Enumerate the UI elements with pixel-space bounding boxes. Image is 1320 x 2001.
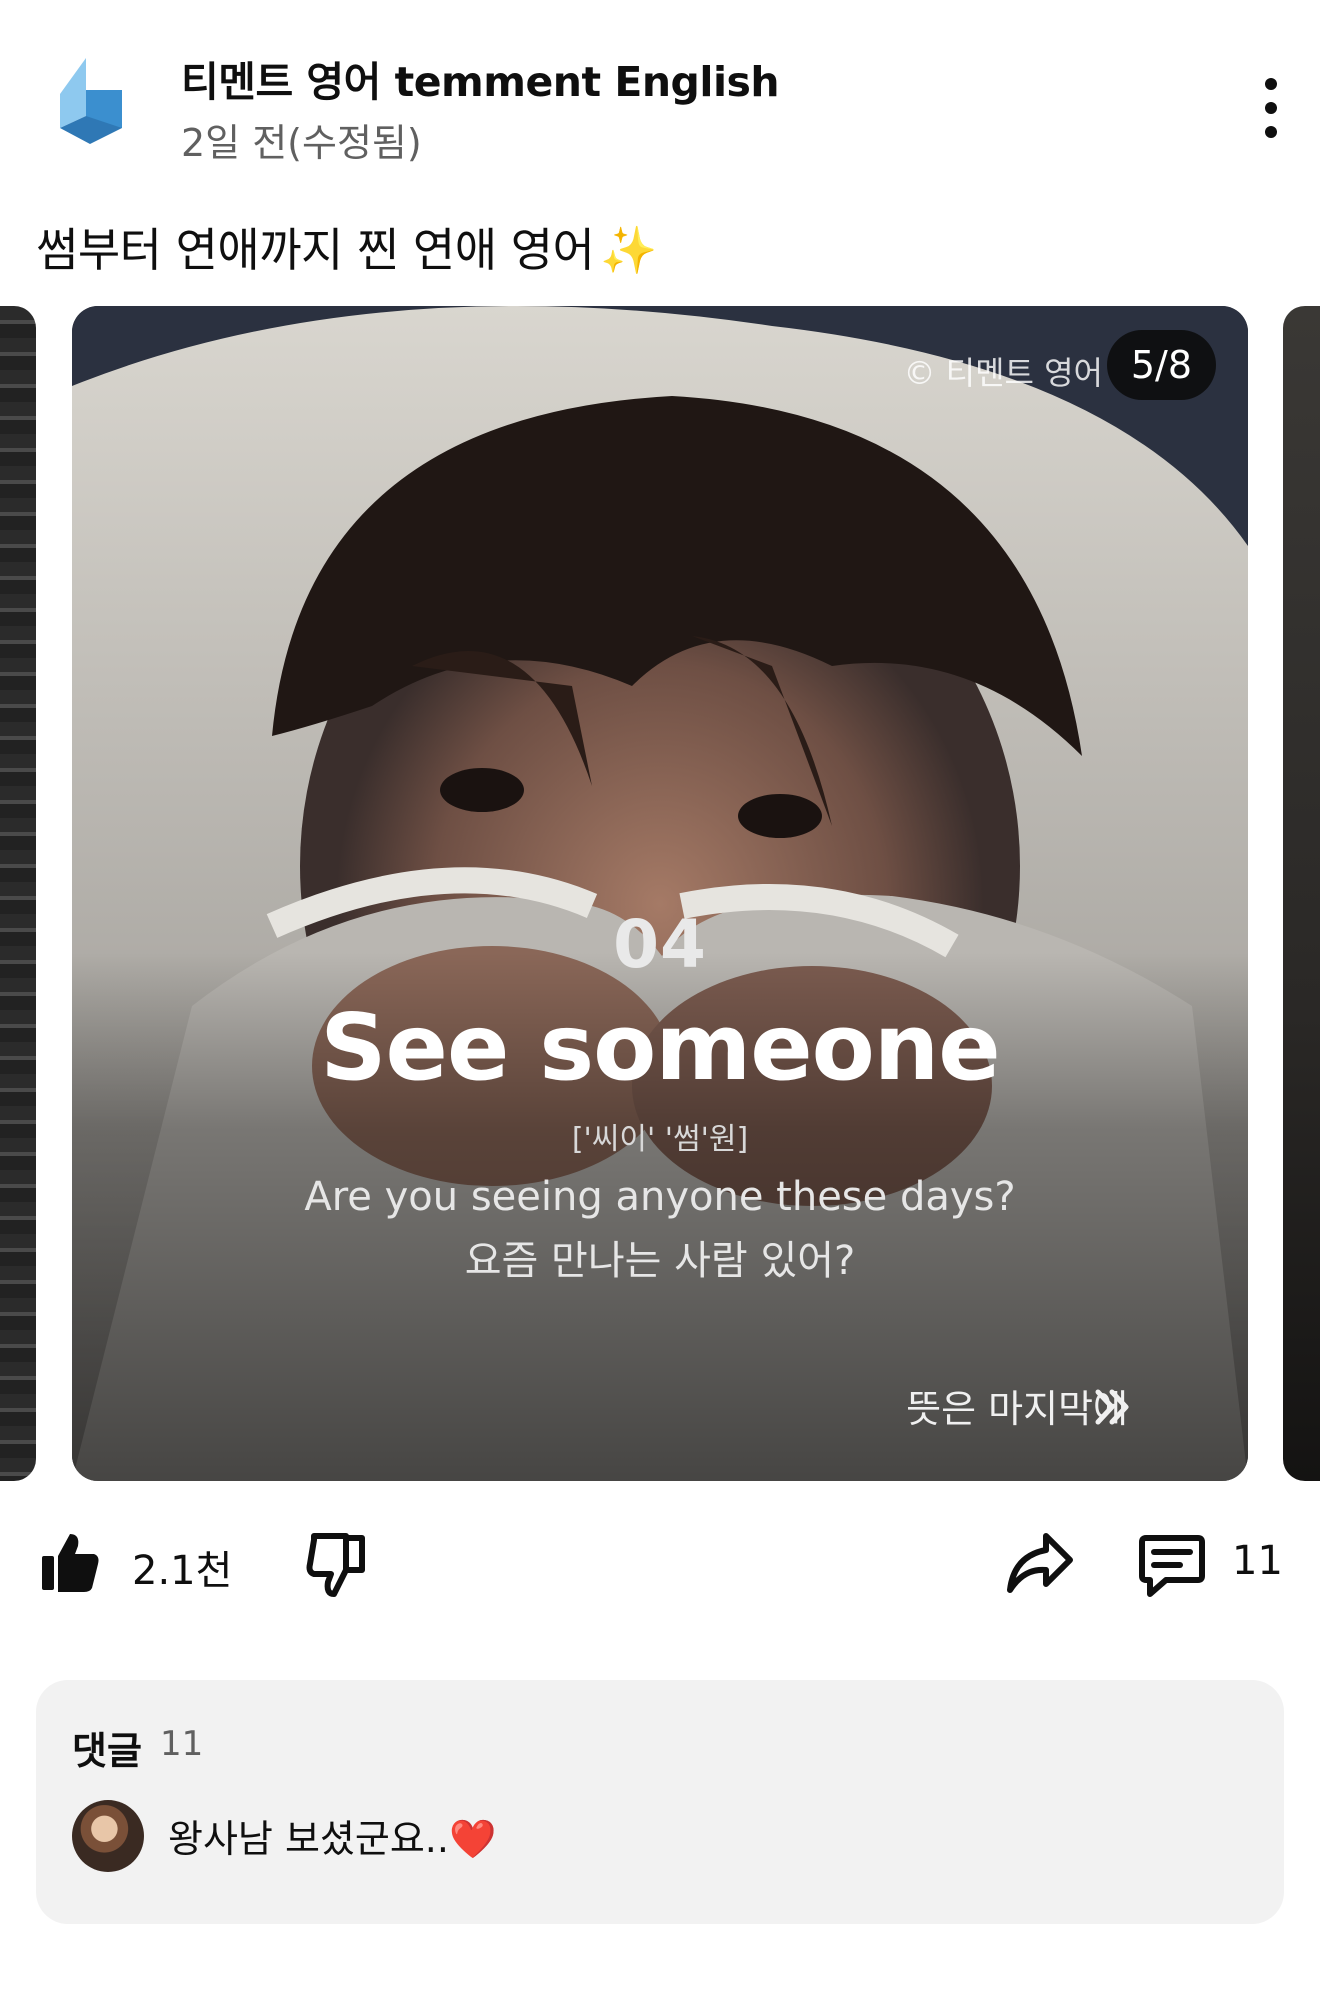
more-options-button[interactable] bbox=[1246, 78, 1296, 138]
copyright-watermark: © 티멘트 영어 bbox=[903, 354, 1103, 392]
commenter-avatar bbox=[72, 1800, 144, 1872]
heart-icon: ❤️ bbox=[448, 1817, 497, 1861]
top-comment: 왕사남 보셨군요..❤️ bbox=[168, 1808, 496, 1863]
like-icon[interactable] bbox=[40, 1530, 100, 1594]
more-dot-icon bbox=[1265, 102, 1277, 114]
carousel-slide[interactable]: © 티멘트 영어 5/8 04 See someone ['씨이' '썸'원] … bbox=[72, 306, 1248, 1481]
comment-icon[interactable] bbox=[1138, 1532, 1206, 1598]
channel-name[interactable]: 티멘트 영어 temment English bbox=[181, 48, 780, 108]
dislike-icon[interactable] bbox=[306, 1530, 366, 1600]
slide-shade bbox=[72, 306, 1248, 1481]
card-number: 04 bbox=[613, 906, 707, 983]
sparkles-icon: ✨ bbox=[600, 223, 658, 277]
community-post: 티멘트 영어 temment English 2일 전(수정됨) 썸부터 연애까… bbox=[0, 0, 1320, 2001]
card-title: See someone bbox=[320, 994, 1000, 1101]
post-time: 2일 전(수정됨) bbox=[181, 121, 422, 165]
card-example-english: Are you seeing anyone these days? bbox=[304, 1174, 1016, 1220]
comments-heading: 댓글 bbox=[72, 1729, 142, 1773]
post-text-body: 썸부터 연애까지 찐 연애 영어 bbox=[36, 223, 595, 277]
share-icon[interactable] bbox=[1006, 1532, 1074, 1594]
post-text: 썸부터 연애까지 찐 연애 영어 ✨ bbox=[36, 214, 658, 280]
comments-count: 11 bbox=[160, 1724, 204, 1764]
next-slide-peek[interactable] bbox=[1283, 306, 1320, 1481]
action-bar: 2.1천 11 bbox=[0, 1530, 1320, 1610]
top-comment-text: 왕사남 보셨군요.. bbox=[168, 1817, 449, 1861]
card-pronunciation: ['씨이' '썸'원] bbox=[571, 1122, 749, 1157]
page-counter: 5/8 bbox=[1106, 330, 1216, 400]
more-dot-icon bbox=[1265, 78, 1277, 90]
card-example-korean: 요즘 만나는 사람 있어? bbox=[464, 1238, 856, 1284]
previous-slide-peek[interactable] bbox=[0, 306, 36, 1481]
channel-logo-icon[interactable] bbox=[52, 58, 126, 146]
double-chevron-right-icon bbox=[1095, 1389, 1129, 1425]
like-count: 2.1천 bbox=[132, 1548, 233, 1594]
comments-panel[interactable]: 댓글 11 왕사남 보셨군요..❤️ bbox=[36, 1680, 1284, 1924]
comment-count: 11 bbox=[1232, 1538, 1283, 1584]
more-dot-icon bbox=[1265, 126, 1277, 138]
